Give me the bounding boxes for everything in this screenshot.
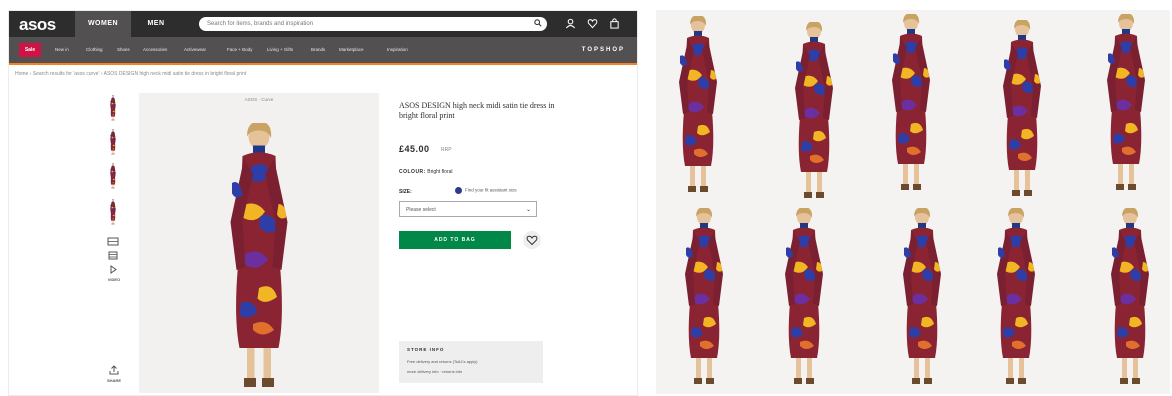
add-to-bag-button[interactable]: ADD TO BAG — [399, 231, 511, 249]
image-caption: ASOS · Curve — [244, 97, 274, 102]
search-icon[interactable] — [534, 19, 542, 27]
save-for-later-button[interactable] — [523, 231, 541, 249]
nav-item[interactable]: Shoes — [117, 37, 130, 63]
thumbnail-2[interactable] — [107, 129, 119, 155]
video-label[interactable]: VIDEO — [103, 277, 125, 282]
model-grid — [656, 10, 1170, 394]
nav-item[interactable]: Living + Gifts — [267, 37, 293, 63]
model-image — [997, 208, 1035, 384]
women-tab[interactable]: WOMEN — [75, 11, 131, 37]
colour-row: COLOUR: Bright floral — [399, 169, 453, 175]
rrp-label: RRP — [441, 147, 452, 153]
nav-sale[interactable]: Sale — [19, 43, 41, 57]
product-title: ASOS DESIGN high neck midi satin tie dre… — [399, 101, 555, 120]
main-product-image[interactable]: ASOS · Curve — [139, 93, 379, 393]
nav-item[interactable]: Accessories — [143, 37, 167, 63]
model-figure — [230, 123, 288, 387]
nav-item[interactable]: Marketplace — [339, 37, 364, 63]
thumbnail-1[interactable] — [107, 95, 119, 121]
play-video-icon[interactable] — [107, 265, 119, 274]
thumbnail-3[interactable] — [107, 163, 119, 189]
accent-divider — [9, 63, 637, 65]
model-image — [903, 208, 941, 384]
size-label: SIZE: — [399, 189, 412, 195]
store-info-line[interactable]: more delivery info · returns info — [407, 369, 462, 374]
account-icon[interactable] — [565, 18, 576, 29]
nav-item[interactable]: Inspiration — [387, 37, 408, 63]
nav-item[interactable]: Clothing — [86, 37, 103, 63]
view-360-icon[interactable] — [107, 251, 119, 260]
category-nav: Sale New in Clothing Shoes Accessories A… — [9, 37, 637, 63]
asos-product-page: asos WOMEN MEN Search for items, brands … — [8, 10, 638, 396]
saved-items-icon[interactable] — [587, 18, 598, 29]
bag-icon[interactable] — [609, 18, 620, 29]
nav-item[interactable]: New in — [55, 37, 69, 63]
store-info-box: STORE INFO Free delivery and returns (Ts… — [399, 341, 543, 383]
men-tab[interactable]: MEN — [133, 11, 179, 37]
model-image — [795, 22, 833, 198]
share-label[interactable]: SHARE — [103, 378, 125, 383]
colour-label: COLOUR: — [399, 169, 426, 175]
breadcrumb[interactable]: Home › Search results for 'asos curve' ›… — [15, 71, 246, 77]
catwalk-icon[interactable] — [107, 237, 119, 246]
product-price: £45.00 — [399, 144, 430, 154]
asos-logo[interactable]: asos — [19, 15, 56, 35]
colour-value: Bright floral — [427, 169, 453, 175]
header-bar: asos WOMEN MEN Search for items, brands … — [9, 11, 637, 37]
model-image — [679, 16, 717, 192]
store-info-title: STORE INFO — [407, 347, 445, 352]
nav-item[interactable]: Activewear — [184, 37, 206, 63]
nav-item[interactable]: Brands — [311, 37, 325, 63]
fit-assistant-link[interactable]: Find your fit assistant size — [455, 187, 517, 194]
model-image — [1003, 20, 1041, 196]
model-image — [892, 14, 930, 190]
model-image — [785, 208, 823, 384]
model-image — [685, 208, 723, 384]
nav-item[interactable]: Face + Body — [227, 37, 252, 63]
fit-assistant-icon — [455, 187, 462, 194]
store-info-line[interactable]: Free delivery and returns (Ts&Cs apply) — [407, 359, 477, 364]
search-bar[interactable]: Search for items, brands and inspiration — [199, 17, 547, 31]
size-select[interactable]: Please select ⌄ — [399, 201, 537, 217]
thumbnail-4[interactable] — [107, 199, 119, 225]
search-input[interactable]: Search for items, brands and inspiration — [207, 17, 313, 31]
size-select-value: Please select — [406, 207, 436, 213]
fit-assistant-text[interactable]: Find your fit assistant size — [465, 188, 517, 193]
model-image — [1107, 14, 1145, 190]
model-image — [1111, 208, 1149, 384]
chevron-down-icon: ⌄ — [525, 207, 531, 213]
topshop-link[interactable]: TOPSHOP — [582, 37, 625, 63]
share-icon[interactable] — [109, 365, 119, 375]
